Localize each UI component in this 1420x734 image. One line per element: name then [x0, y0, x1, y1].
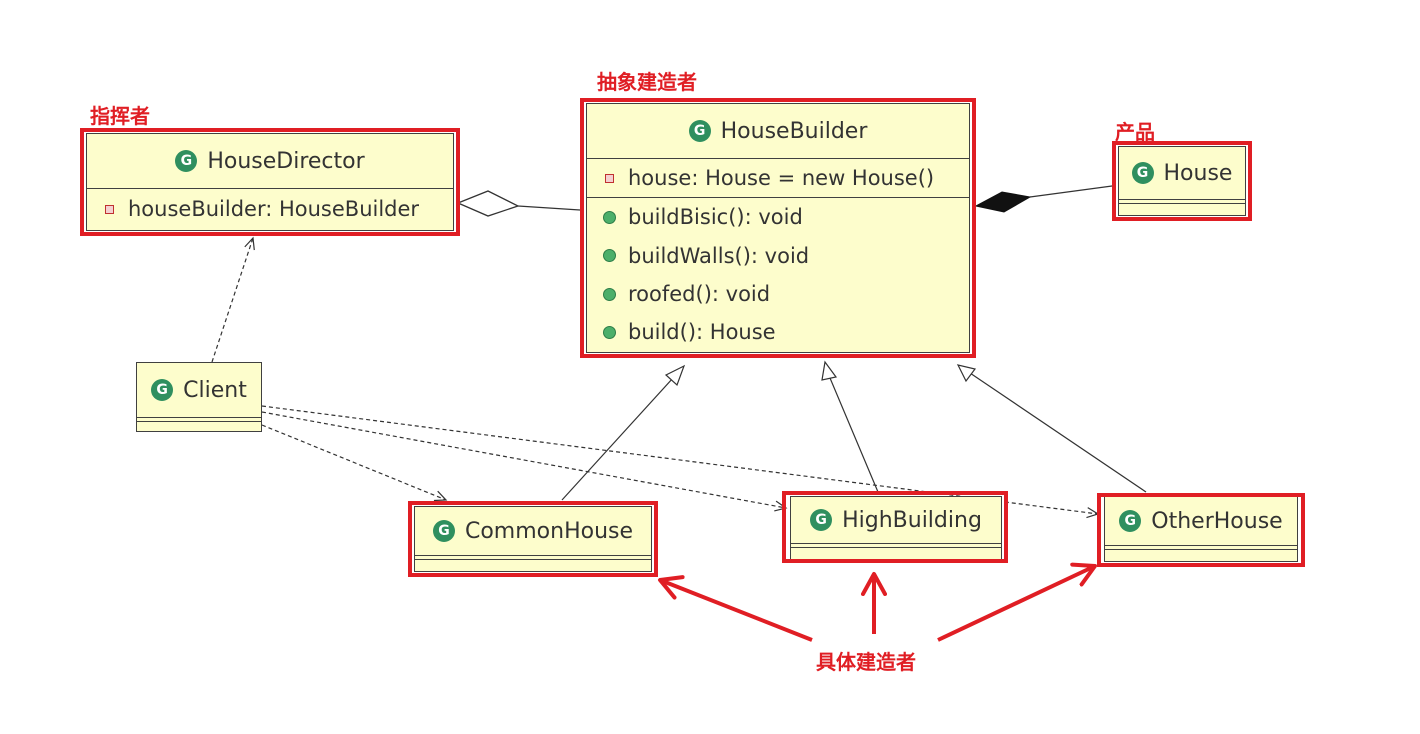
class-icon: G [1131, 162, 1154, 184]
red-arrow-to-otherhouse [937, 562, 1097, 642]
public-method-icon [603, 249, 616, 262]
method-text: buildBisic(): void [628, 205, 803, 229]
class-header: G OtherHouse [1105, 497, 1297, 545]
aggregation-director-builder [456, 190, 581, 217]
class-header: G HouseDirector [87, 134, 453, 188]
class-header: G HighBuilding [791, 497, 1001, 543]
method-text: buildWalls(): void [628, 243, 810, 268]
class-icon: G [151, 379, 174, 401]
composition-builder-house [974, 185, 1113, 213]
class-icon: G [688, 120, 711, 142]
class-icon: G [432, 520, 455, 542]
red-arrow-to-commonhouse [658, 575, 813, 642]
inheritance-commonhouse [561, 364, 686, 501]
dependency-client-highbuilding [261, 411, 788, 512]
field-text: house: House = new House() [628, 166, 935, 190]
class-house-builder[interactable]: G HouseBuilder house: House = new House(… [586, 103, 970, 353]
class-name: HouseBuilder [720, 118, 868, 144]
method-row: roofed(): void [587, 275, 969, 313]
public-method-icon [603, 210, 616, 224]
label-abstract-builder: 抽象建造者 [597, 70, 697, 94]
label-director: 指挥者 [90, 104, 150, 128]
class-name: Client [183, 377, 247, 403]
class-icon: G [175, 150, 198, 172]
inheritance-highbuilding [821, 360, 879, 493]
class-icon: G [1119, 510, 1142, 532]
label-concrete-builders: 具体建造者 [816, 650, 916, 674]
method-row: build(): House [587, 313, 969, 351]
dependency-client-director [211, 236, 255, 363]
method-row: buildWalls(): void [587, 236, 969, 275]
class-name: HighBuilding [842, 507, 982, 533]
class-name: House [1163, 160, 1233, 186]
class-name: CommonHouse [464, 518, 634, 544]
class-common-house[interactable]: G CommonHouse [414, 506, 652, 572]
private-field-icon [105, 204, 114, 214]
class-header: G CommonHouse [415, 507, 651, 555]
public-method-icon [603, 325, 616, 339]
method-text: roofed(): void [628, 282, 771, 306]
class-header: G Client [137, 363, 261, 417]
class-name: HouseDirector [207, 148, 365, 174]
class-client[interactable]: G Client [136, 362, 262, 432]
label-product: 产品 [1115, 120, 1155, 144]
field-text: houseBuilder: HouseBuilder [128, 197, 420, 221]
class-header: G HouseBuilder [587, 104, 969, 158]
class-high-building[interactable]: G HighBuilding [790, 496, 1002, 560]
class-header: G House [1119, 147, 1245, 199]
class-house-director[interactable]: G HouseDirector houseBuilder: HouseBuild… [86, 133, 454, 231]
class-house[interactable]: G House [1118, 146, 1246, 216]
method-text: build(): House [628, 320, 776, 344]
class-name: OtherHouse [1151, 508, 1283, 534]
public-method-icon [603, 287, 616, 301]
method-row: buildBisic(): void [587, 198, 969, 236]
field-row: houseBuilder: HouseBuilder [87, 189, 453, 229]
class-icon: G [810, 509, 833, 531]
class-other-house[interactable]: G OtherHouse [1104, 496, 1298, 562]
field-row: house: House = new House() [587, 159, 969, 197]
dependency-client-commonhouse [261, 424, 448, 502]
private-field-icon [605, 173, 614, 183]
inheritance-otherhouse [956, 364, 1147, 493]
